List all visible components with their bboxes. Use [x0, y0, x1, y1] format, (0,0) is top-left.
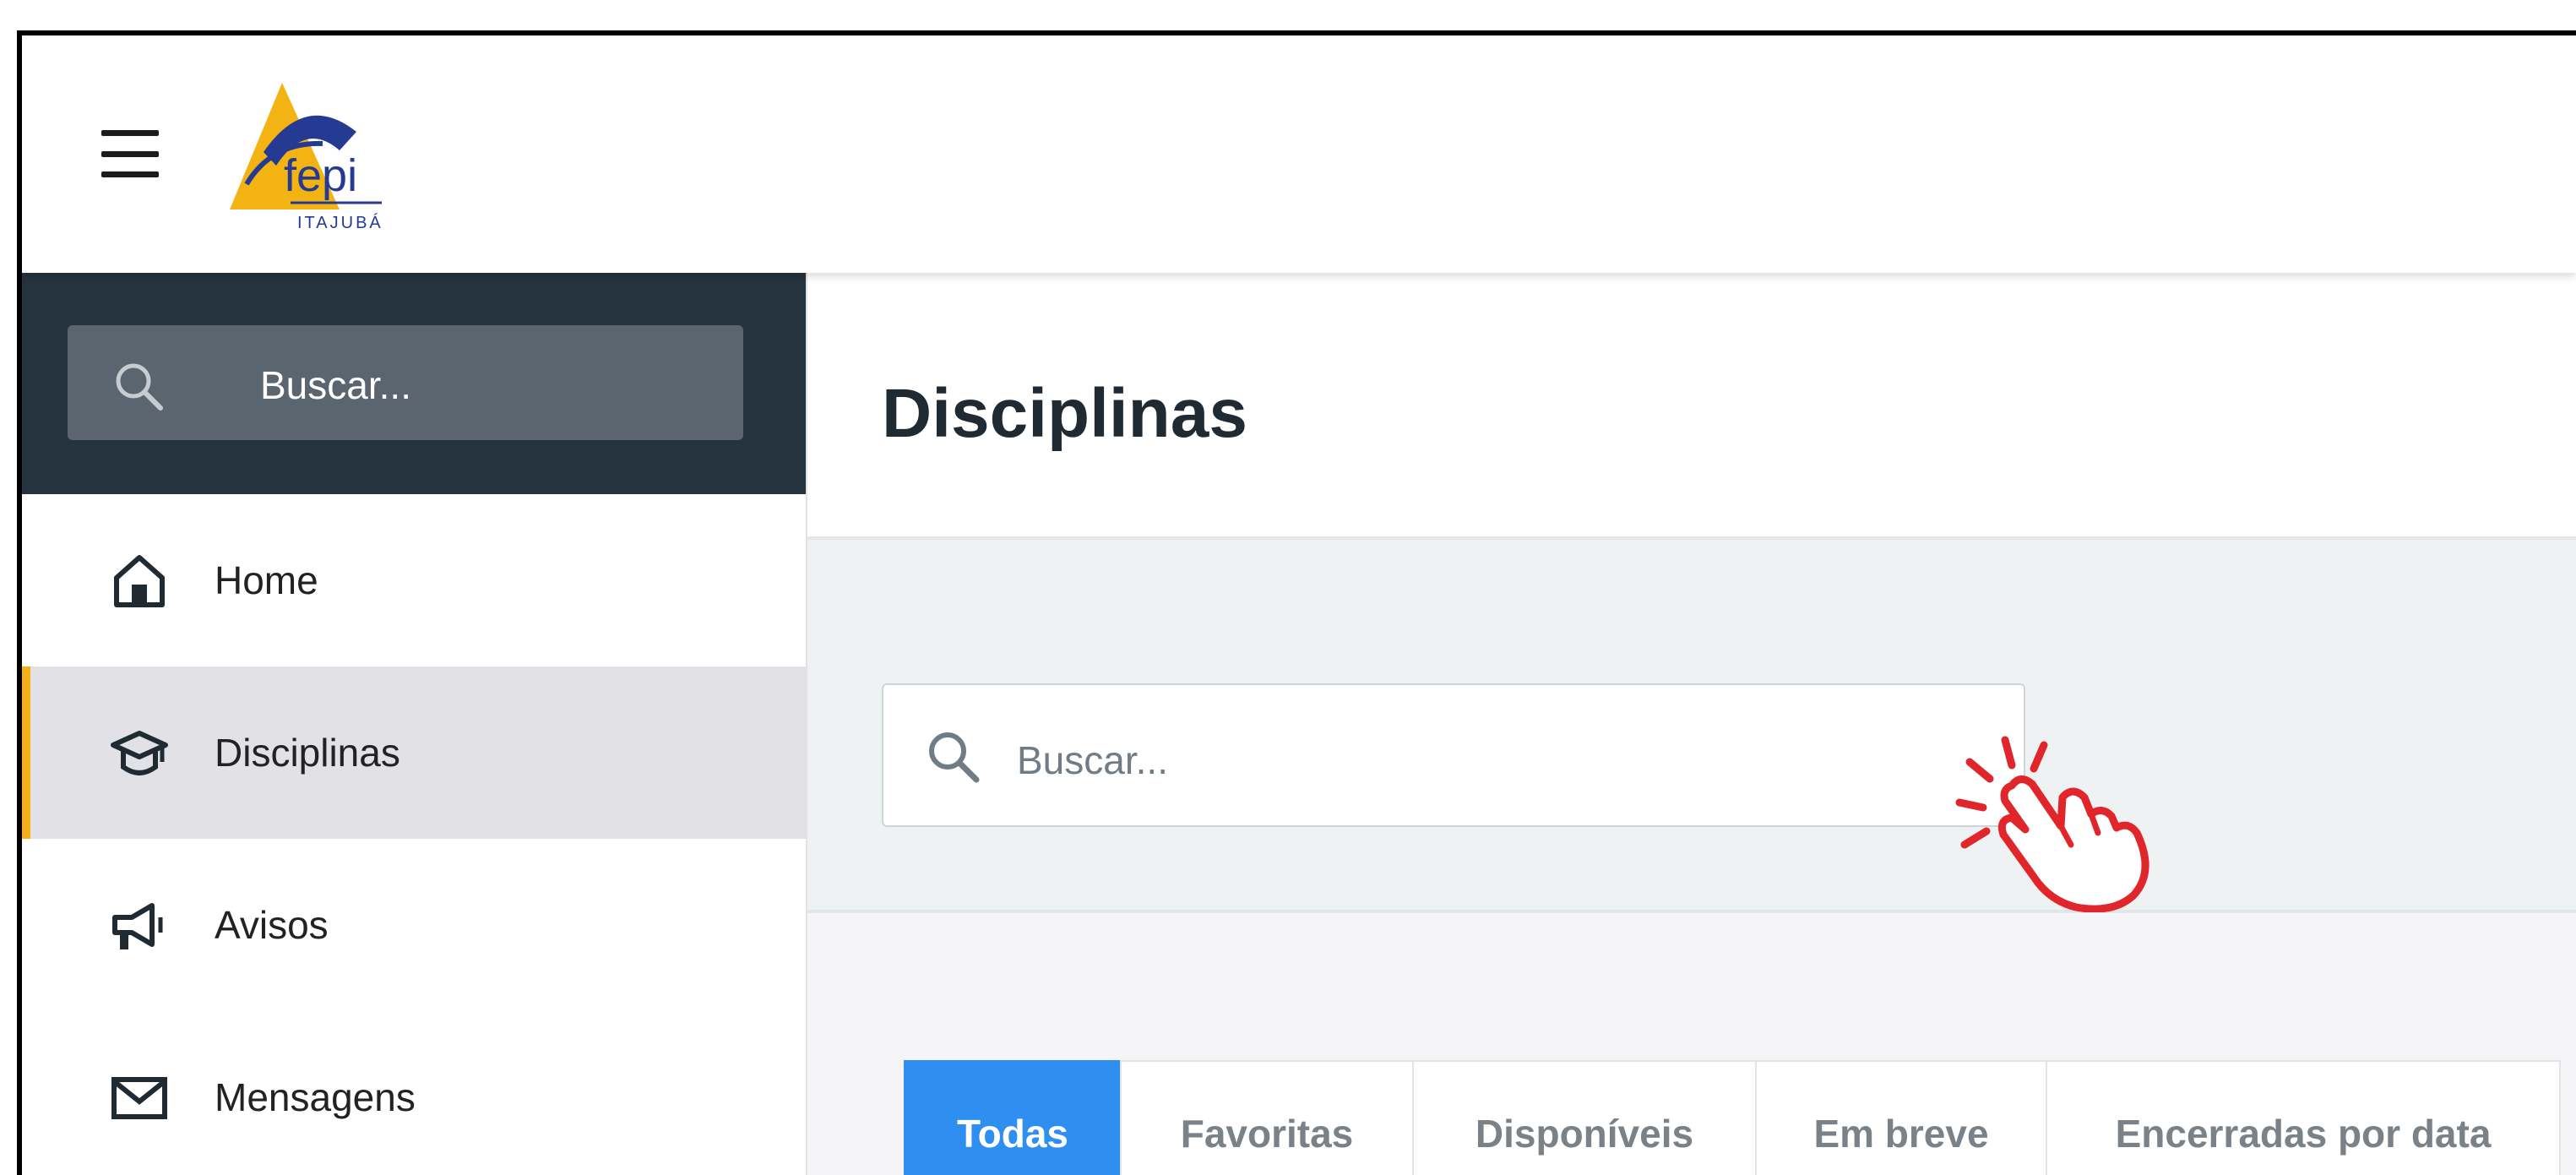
top-navbar: fepi ITAJUBÁ [22, 35, 2576, 273]
sidebar-item-label: Home [215, 558, 318, 602]
tab-favoritas[interactable]: Favoritas [1120, 1060, 1414, 1175]
sidebar-item-avisos[interactable]: Avisos [22, 839, 806, 1011]
fepi-logo[interactable]: fepi ITAJUBÁ [213, 83, 399, 252]
sidebar-item-mensagens[interactable]: Mensagens [22, 1011, 806, 1175]
logo-subtext: ITAJUBÁ [297, 213, 383, 232]
sidebar-item-label: Avisos [215, 903, 329, 947]
course-filter-tabs: Todas Favoritas Disponíveis Em breve Enc… [904, 1060, 2561, 1175]
sidebar-search-placeholder: Buscar... [260, 363, 411, 407]
tab-disponiveis[interactable]: Disponíveis [1412, 1060, 1757, 1175]
sidebar-item-disciplinas[interactable]: Disciplinas [22, 666, 806, 839]
tab-encerradas-por-data[interactable]: Encerradas por data [2046, 1060, 2561, 1175]
sidebar-search-area: Buscar... [22, 273, 806, 494]
course-search-input[interactable]: Buscar... [882, 683, 2025, 827]
envelope-icon [111, 1077, 167, 1119]
page-header: Disciplinas [807, 273, 2576, 540]
sidebar: Buscar... Home Disciplinas Avisos Mensag… [22, 273, 807, 1175]
home-icon [114, 555, 165, 607]
sidebar-item-home[interactable]: Home [22, 494, 806, 666]
click-hand-icon [1955, 736, 2149, 912]
sidebar-item-label: Disciplinas [215, 731, 400, 775]
graduation-cap-icon [111, 731, 168, 775]
course-search-area: Buscar... [807, 540, 2576, 913]
sidebar-search-input[interactable]: Buscar... [68, 325, 743, 440]
megaphone-icon [112, 903, 163, 949]
search-icon [929, 732, 980, 783]
hamburger-menu-icon[interactable] [101, 130, 159, 177]
tab-todas[interactable]: Todas [904, 1060, 1122, 1175]
app-window: fepi ITAJUBÁ Buscar... Home Disciplinas … [17, 30, 2576, 1175]
search-icon [116, 363, 163, 411]
sidebar-item-label: Mensagens [215, 1075, 416, 1119]
logo-text: fepi [284, 150, 357, 201]
course-search-placeholder: Buscar... [1017, 738, 1168, 782]
tab-em-breve[interactable]: Em breve [1755, 1060, 2047, 1175]
main-content: Disciplinas Buscar... Todas Favoritas Di… [807, 273, 2576, 1175]
page-title: Disciplinas [882, 375, 1247, 452]
